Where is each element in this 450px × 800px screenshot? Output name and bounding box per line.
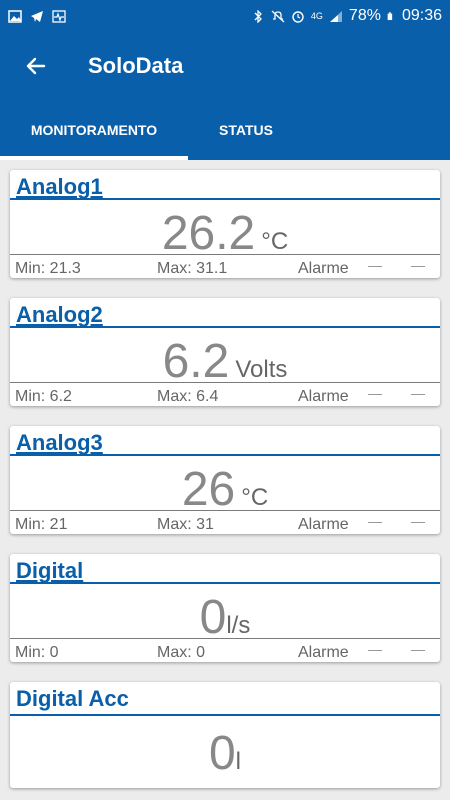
tab-monitoramento[interactable]: MONITORAMENTO [0, 100, 188, 160]
title-divider [10, 582, 440, 584]
card-title: Digital Acc [16, 686, 129, 711]
gallery-icon [8, 9, 22, 23]
value-display: 0l/s [10, 592, 440, 644]
alarm-label: Alarme [298, 516, 349, 533]
card-title: Digital [16, 558, 84, 583]
bluetooth-icon [254, 9, 262, 23]
card-footer: Min: 6.2 Max: 6.4 Alarme [10, 386, 440, 406]
title-divider [10, 454, 440, 456]
card-title: Analog1 [16, 174, 103, 199]
alarm-label: Alarme [298, 388, 349, 405]
alarm-icon [292, 10, 304, 23]
current-value: 0 [199, 591, 227, 644]
value-divider [10, 510, 440, 511]
card-footer: Min: 21.3 Max: 31.1 Alarme [10, 258, 440, 278]
alarm-low-dash [368, 266, 382, 267]
value-display: 6.2 Volts [10, 336, 440, 388]
battery-percent: 78% [348, 7, 381, 24]
max-value: Max: 31.1 [157, 260, 228, 277]
telegram-icon [31, 10, 43, 22]
network-type: 4G [310, 11, 323, 21]
app-bar: SoloData [0, 32, 450, 100]
alarm-label: Alarme [298, 644, 349, 661]
sensor-card-analog2: Analog2 6.2 Volts Min: 6.2 Max: 6.4 Alarm… [10, 298, 440, 406]
sensor-card-digital-acc: Digital Acc 0l [10, 682, 440, 788]
title-divider [10, 326, 440, 328]
value-unit: Volts [235, 356, 288, 383]
alarm-high-dash [411, 266, 425, 267]
value-unit: l [235, 748, 242, 775]
alarm-low-dash [368, 522, 382, 523]
alarm-low-dash [368, 650, 382, 651]
clock: 09:36 [401, 7, 442, 24]
back-button[interactable] [20, 50, 52, 82]
value-unit: °C [261, 228, 289, 255]
alarm-high-dash [411, 650, 425, 651]
value-divider [10, 382, 440, 383]
sensor-card-analog3: Analog3 26 °C Min: 21 Max: 31 Alarme [10, 426, 440, 534]
value-unit: °C [241, 484, 269, 511]
max-value: Max: 0 [157, 644, 206, 661]
value-unit: l/s [226, 612, 251, 639]
tab-bar: MONITORAMENTO STATUS [0, 100, 450, 160]
current-value: 0 [208, 727, 236, 780]
value-divider [10, 254, 440, 255]
status-bar: 4G 78% 09:36 [0, 0, 450, 32]
mute-icon [271, 10, 285, 22]
alarm-high-dash [411, 522, 425, 523]
value-display: 26.2 °C [10, 208, 440, 260]
current-value: 6.2 [162, 335, 230, 388]
max-value: Max: 6.4 [157, 388, 219, 405]
value-display: 26 °C [10, 464, 440, 516]
min-value: Min: 0 [15, 644, 59, 661]
alarm-low-dash [368, 394, 382, 395]
card-title: Analog3 [16, 430, 103, 455]
alarm-label: Alarme [298, 260, 349, 277]
card-footer: Min: 0 Max: 0 Alarme [10, 642, 440, 662]
alarm-high-dash [411, 394, 425, 395]
card-footer: Min: 21 Max: 31 Alarme [10, 514, 440, 534]
sensor-card-analog1: Analog1 26.2 °C Min: 21.3 Max: 31.1 Alarm… [10, 170, 440, 278]
arrow-back-icon [26, 57, 46, 75]
notification-icons [8, 9, 66, 23]
current-value: 26 [181, 463, 236, 516]
max-value: Max: 31 [157, 516, 214, 533]
current-value: 26.2 [161, 207, 256, 260]
app-title: SoloData [88, 53, 184, 78]
min-value: Min: 6.2 [15, 388, 72, 405]
sensor-card-digital: Digital 0l/s Min: 0 Max: 0 Alarme [10, 554, 440, 662]
value-display: 0l [10, 728, 440, 780]
system-icons: 4G 78% 09:36 [251, 7, 442, 25]
title-divider [10, 198, 440, 200]
tab-status[interactable]: STATUS [188, 100, 304, 160]
min-value: Min: 21 [15, 516, 68, 533]
value-divider [10, 638, 440, 639]
title-divider [10, 714, 440, 716]
card-title: Analog2 [16, 302, 103, 327]
min-value: Min: 21.3 [15, 260, 81, 277]
signal-icon [329, 10, 342, 22]
activity-icon [52, 9, 66, 23]
battery-icon [387, 11, 393, 20]
